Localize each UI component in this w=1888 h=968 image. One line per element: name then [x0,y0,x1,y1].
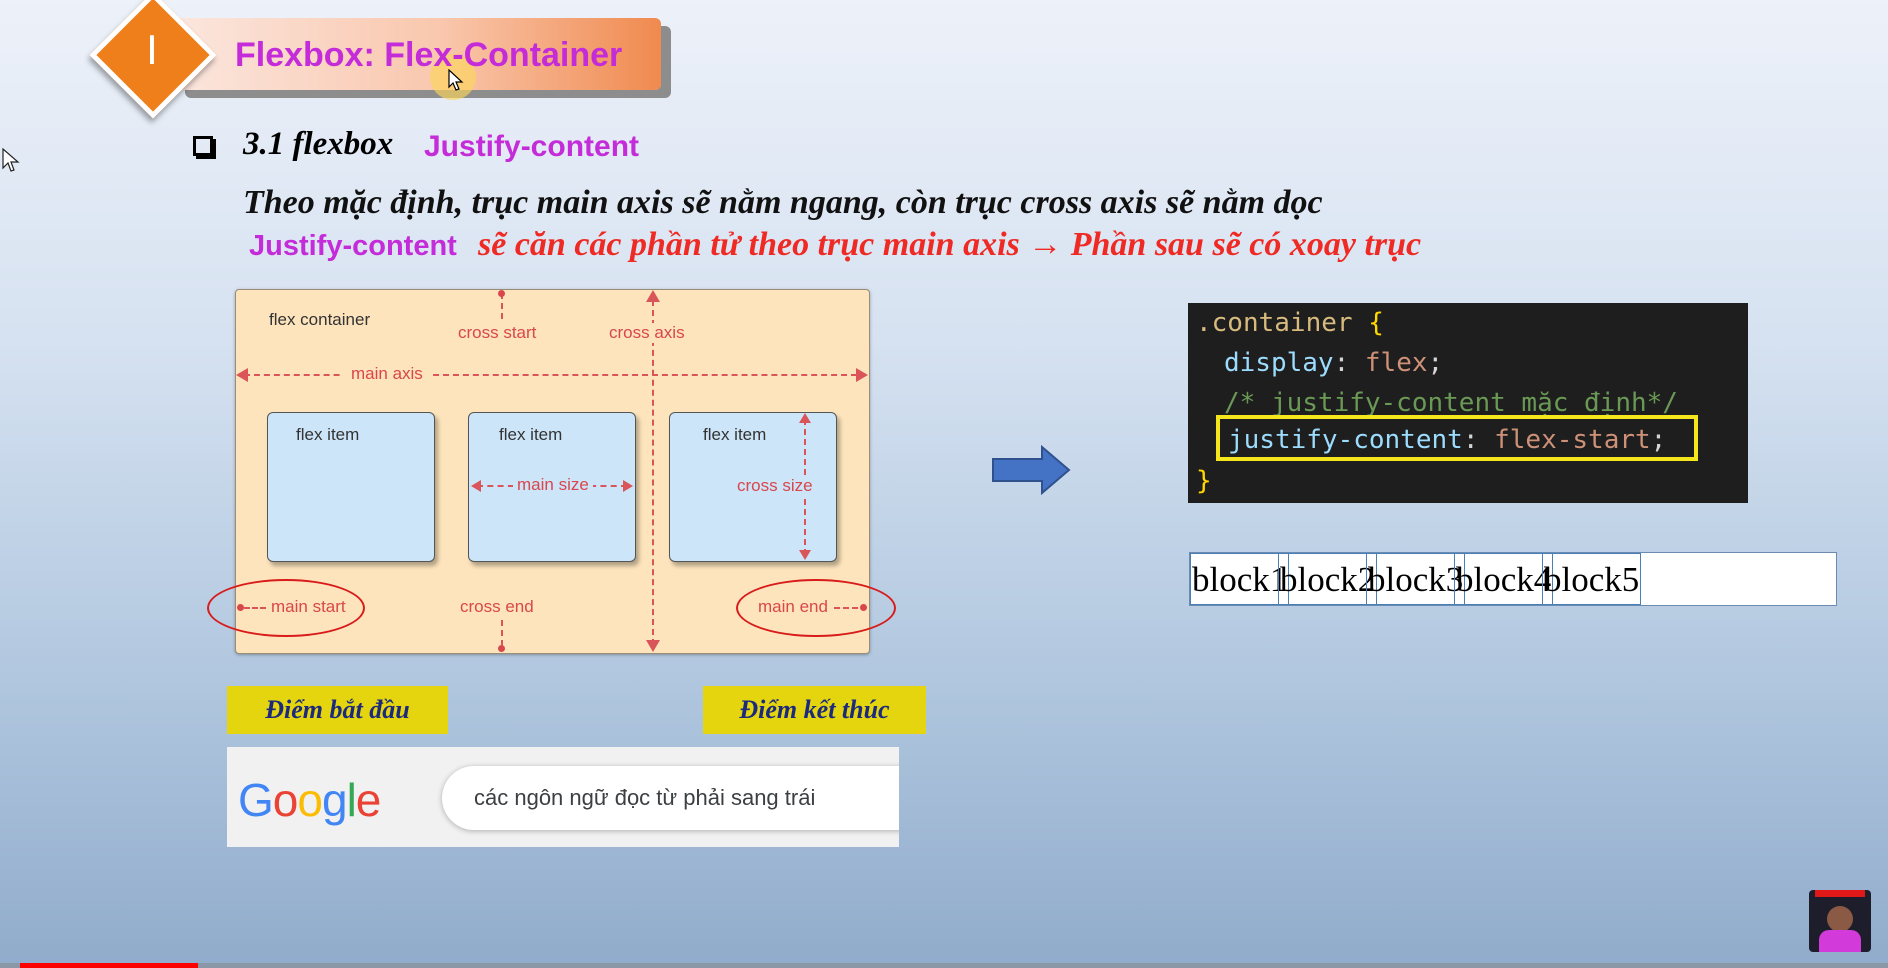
cross-end-label: cross end [460,597,534,616]
arrowhead-icon [856,368,868,382]
main-axis-line [244,374,857,376]
main-axis-label: main axis [343,364,431,384]
main-size-label: main size [513,475,593,495]
checkbox-bullet-icon [193,136,213,156]
cross-start-dot [498,290,505,297]
end-point-label: Điểm kết thúc [703,686,926,734]
section-property: Justify-content [424,130,640,163]
flex-item-2: flex item main size [468,412,636,562]
flex-item-3: flex item cross size [669,412,837,562]
code-line-5: } [1196,466,1212,496]
flex-item-label: flex item [703,425,767,444]
code-highlight-box [1216,415,1698,461]
flex-item-1: flex item [267,412,435,562]
cross-axis-line [652,300,654,645]
video-progress-bar[interactable] [20,963,198,968]
flex-item-label: flex item [499,425,563,444]
right-arrow-icon [992,445,1071,495]
code-line-2: display: flex; [1224,348,1444,378]
description-line-1: Theo mặc định, trục main axis sẽ nằm nga… [243,184,1323,221]
channel-avatar-icon[interactable] [1809,890,1871,952]
block-item: block2 [1278,553,1378,605]
mouse-cursor-icon [2,148,20,172]
avatar-body [1819,930,1861,952]
arrowhead-icon [236,368,248,382]
start-point-label: Điểm bắt đầu [227,686,448,734]
arrowhead-icon [623,480,633,492]
google-search-image: Google các ngôn ngữ đọc từ phải sang trá… [227,747,899,847]
flex-item-label: flex item [296,425,360,444]
google-logo: Google [238,774,381,826]
block-item: block3 [1366,553,1466,605]
block-item: block4 [1454,553,1554,605]
cross-start-label: cross start [455,323,540,343]
slide-title: Flexbox: Flex-Container [235,36,623,74]
section-number: I [146,26,158,73]
cross-size-label: cross size [734,476,816,496]
code-line-1: .container { [1196,308,1384,338]
description-property: Justify-content [249,230,457,262]
avatar-face [1827,906,1853,932]
cross-axis-label: cross axis [606,323,688,343]
blocks-demo: block1 block2 block3 block4 block5 [1189,552,1837,606]
cross-end-line [501,620,503,646]
arrowhead-icon [799,413,811,423]
arrowhead-icon [646,290,660,302]
block-item: block5 [1542,553,1642,605]
description-line-2: sẽ căn các phần tử theo trục main axis →… [478,226,1422,263]
video-progress-track[interactable] [0,963,1888,968]
arrowhead-icon [646,640,660,652]
search-box: các ngôn ngữ đọc từ phải sang trái [442,766,899,830]
main-end-highlight [736,579,896,637]
main-start-highlight [207,579,365,637]
mouse-cursor-icon [448,69,464,91]
subscribe-strip [1815,890,1865,897]
container-label: flex container [269,310,371,329]
search-query: các ngôn ngữ đọc từ phải sang trái [474,785,816,810]
arrowhead-icon [471,480,481,492]
section-heading: 3.1 flexbox [243,126,394,162]
arrowhead-icon [799,550,811,560]
cross-end-dot [498,645,505,652]
css-code-block: .container { display: flex; /* justify-c… [1188,303,1748,503]
block-item: block1 [1190,553,1290,605]
